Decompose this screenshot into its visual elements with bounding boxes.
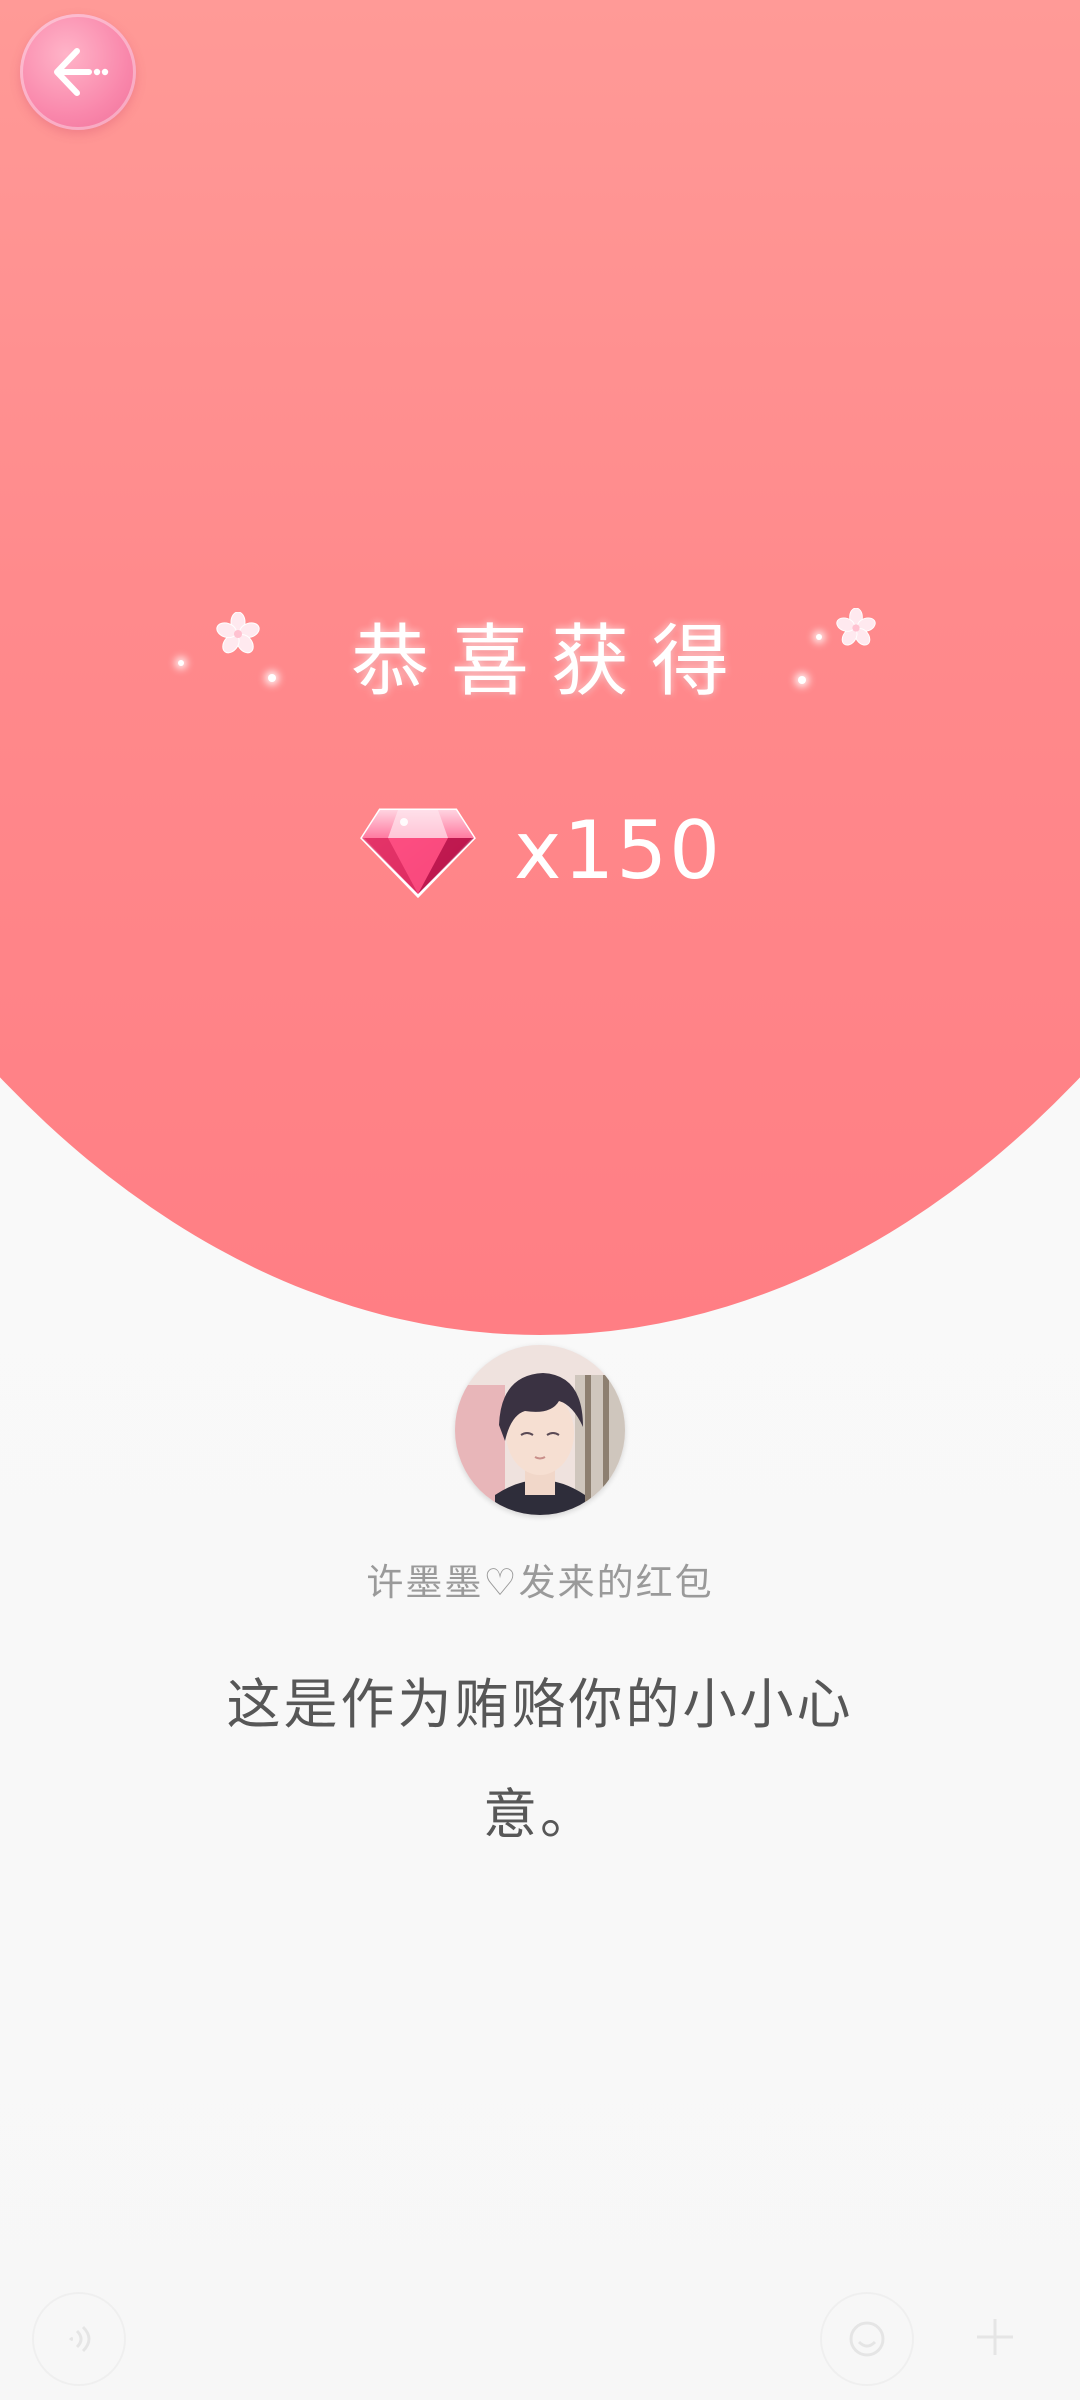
sparkle-icon	[268, 674, 276, 682]
diamond-icon	[360, 808, 476, 899]
avatar[interactable]	[455, 1345, 625, 1515]
sparkle-icon	[798, 676, 806, 684]
reward-title: 恭喜获得	[350, 617, 751, 707]
red-packet-page: 恭喜获得 x150 许墨墨♡发来的红包 这是作为贿赂你的小小心意。	[0, 0, 1080, 2400]
back-button[interactable]	[20, 14, 136, 130]
plus-icon	[977, 2319, 1013, 2355]
reward-title-row: 恭喜获得	[0, 590, 1080, 720]
emoji-button[interactable]	[820, 2292, 914, 2386]
sender-label: 许墨墨♡发来的红包	[366, 1561, 714, 1604]
back-arrow-icon	[54, 48, 109, 96]
red-packet-message: 这是作为贿赂你的小小心意。	[226, 1673, 854, 1846]
emoji-icon	[849, 2321, 885, 2357]
reward-item-row: x150	[0, 790, 1080, 910]
sakura-flower-icon	[216, 611, 260, 660]
voice-icon	[69, 2325, 91, 2353]
reward-count: x150	[513, 803, 723, 897]
sparkle-icon	[178, 660, 184, 666]
sakura-flower-icon	[836, 607, 876, 652]
voice-button[interactable]	[32, 2292, 126, 2386]
plus-button[interactable]	[950, 2292, 1040, 2382]
sparkle-icon	[816, 634, 822, 640]
chat-input-bar	[0, 2270, 1080, 2400]
